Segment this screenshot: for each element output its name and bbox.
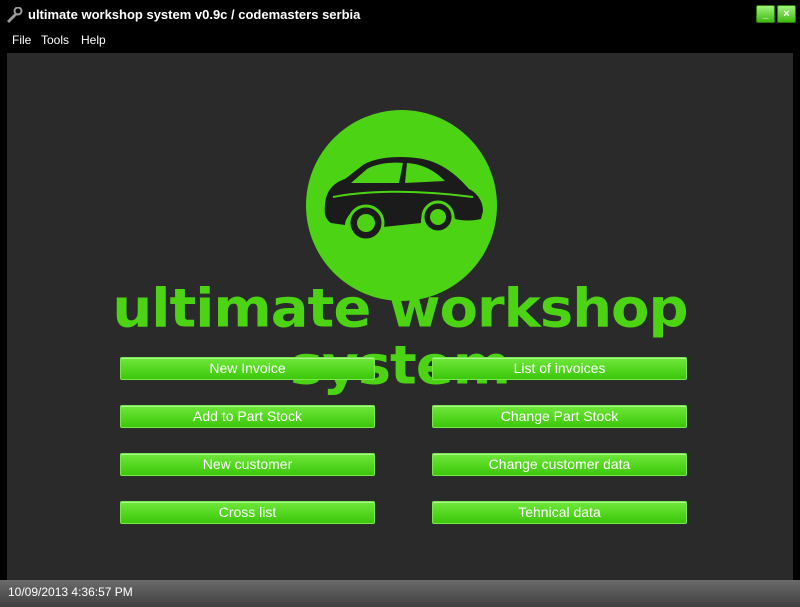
car-icon	[324, 157, 483, 242]
change-part-stock-button[interactable]: Change Part Stock	[432, 405, 687, 428]
change-customer-data-button[interactable]: Change customer data	[432, 453, 687, 476]
wrench-icon	[7, 7, 23, 23]
app-window: ultimate workshop system v0.9c / codemas…	[0, 0, 800, 607]
tehnical-data-button[interactable]: Tehnical data	[432, 501, 687, 524]
cross-list-button[interactable]: Cross list	[120, 501, 375, 524]
logo-circle	[306, 110, 497, 301]
menu-tools[interactable]: Tools	[41, 33, 69, 47]
status-bar: 10/09/2013 4:36:57 PM	[0, 580, 800, 607]
window-title: ultimate workshop system v0.9c / codemas…	[28, 7, 361, 22]
status-datetime: 10/09/2013 4:36:57 PM	[8, 585, 133, 599]
minimize-button[interactable]: _	[756, 5, 775, 23]
new-invoice-button[interactable]: New Invoice	[120, 357, 375, 380]
title-bar: ultimate workshop system v0.9c / codemas…	[0, 0, 800, 30]
menu-help[interactable]: Help	[81, 33, 106, 47]
list-of-invoices-button[interactable]: List of invoices	[432, 357, 687, 380]
close-button[interactable]: ×	[777, 5, 796, 23]
new-customer-button[interactable]: New customer	[120, 453, 375, 476]
menu-bar: File Tools Help	[0, 30, 800, 52]
add-to-part-stock-button[interactable]: Add to Part Stock	[120, 405, 375, 428]
menu-file[interactable]: File	[12, 33, 31, 47]
